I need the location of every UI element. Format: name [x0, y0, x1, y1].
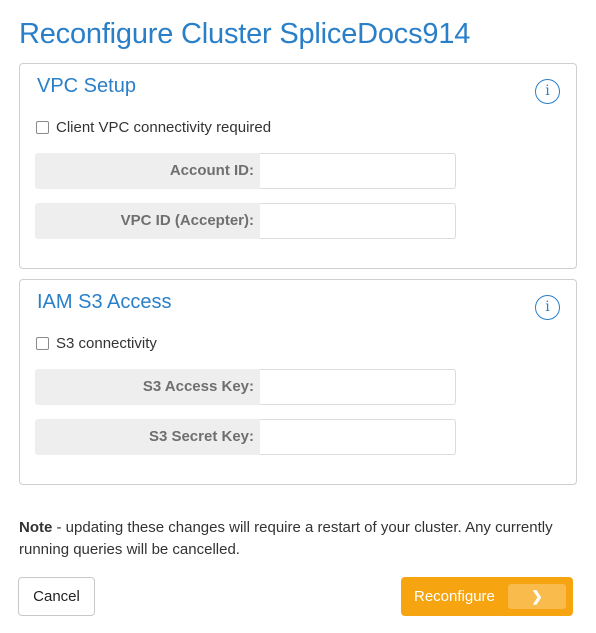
note-text: - updating these changes will require a …	[19, 519, 553, 558]
vpc-setup-panel: VPC Setup i Client VPC connectivity requ…	[19, 63, 577, 269]
info-icon[interactable]: i	[535, 295, 560, 320]
vpc-connectivity-option[interactable]: Client VPC connectivity required	[36, 119, 271, 136]
cancel-button[interactable]: Cancel	[18, 577, 95, 616]
reconfigure-label: Reconfigure	[414, 588, 495, 605]
reconfigure-dialog: Reconfigure Cluster SpliceDocs914 VPC Se…	[0, 0, 596, 633]
info-icon[interactable]: i	[535, 79, 560, 104]
vpc-connectivity-checkbox[interactable]	[36, 121, 49, 134]
vpc-id-input[interactable]	[260, 203, 456, 239]
restart-note: Note - updating these changes will requi…	[19, 517, 579, 561]
iam-s3-access-title: IAM S3 Access	[37, 291, 172, 313]
s3-secret-key-label: S3 Secret Key:	[35, 419, 260, 455]
s3-access-key-row: S3 Access Key:	[35, 369, 456, 405]
vpc-id-row: VPC ID (Accepter):	[35, 203, 456, 239]
reconfigure-button[interactable]: Reconfigure ❯	[401, 577, 573, 616]
note-bold: Note	[19, 519, 53, 536]
vpc-setup-title: VPC Setup	[37, 75, 136, 97]
account-id-row: Account ID:	[35, 153, 456, 189]
account-id-label: Account ID:	[35, 153, 260, 189]
vpc-connectivity-label: Client VPC connectivity required	[56, 119, 272, 136]
iam-s3-access-panel: IAM S3 Access i S3 connectivity S3 Acces…	[19, 279, 577, 485]
s3-secret-key-row: S3 Secret Key:	[35, 419, 456, 455]
chevron-right-icon: ❯	[508, 584, 566, 609]
s3-secret-key-input[interactable]	[260, 419, 456, 455]
s3-connectivity-label: S3 connectivity	[56, 335, 157, 352]
s3-connectivity-option[interactable]: S3 connectivity	[36, 335, 157, 352]
s3-connectivity-checkbox[interactable]	[36, 337, 49, 350]
s3-access-key-input[interactable]	[260, 369, 456, 405]
vpc-id-label: VPC ID (Accepter):	[35, 203, 260, 239]
page-title: Reconfigure Cluster SpliceDocs914	[19, 18, 471, 50]
s3-access-key-label: S3 Access Key:	[35, 369, 260, 405]
account-id-input[interactable]	[260, 153, 456, 189]
